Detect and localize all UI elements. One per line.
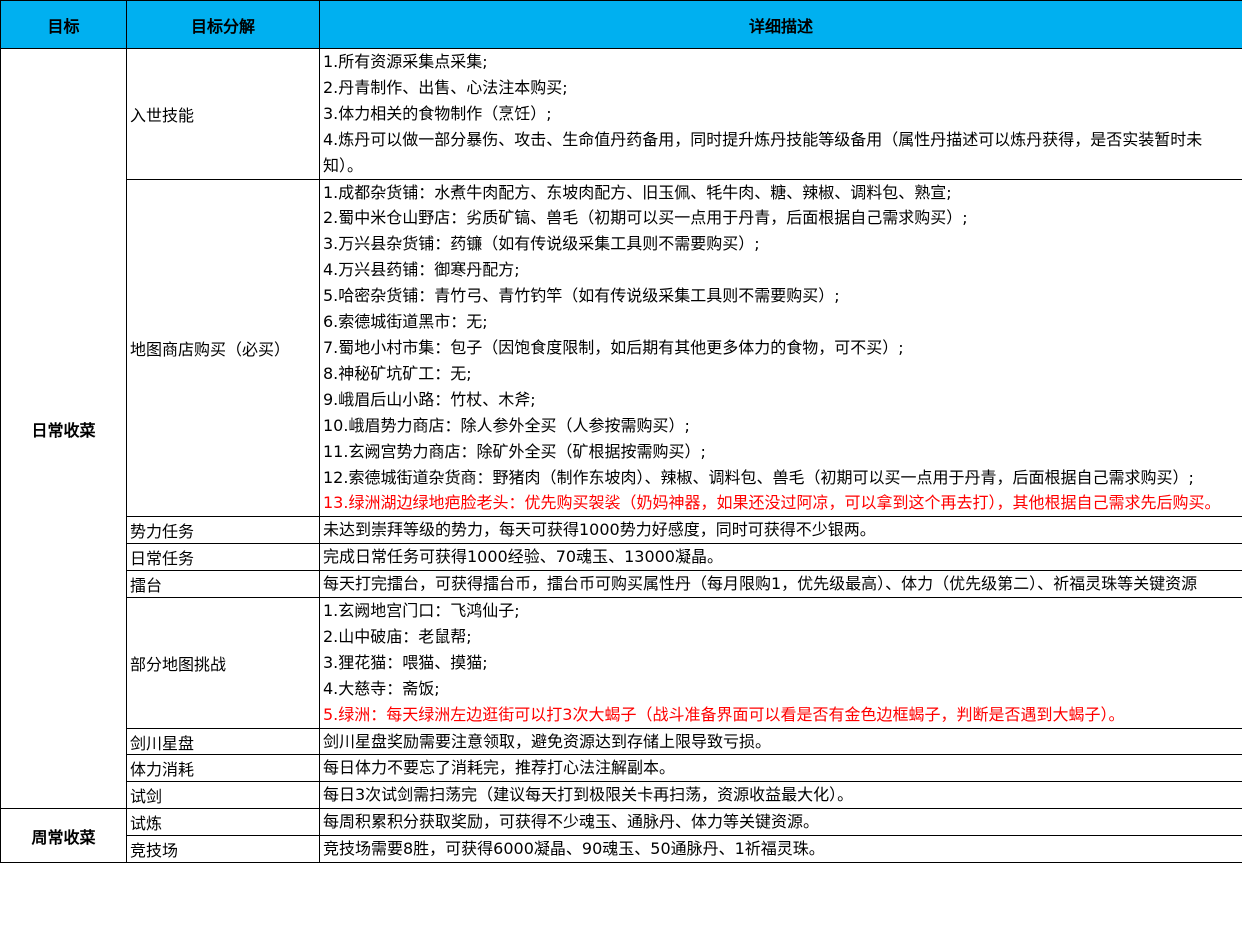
table-row: 擂台 每天打完擂台，可获得擂台币，擂台币可购买属性丹（每月限购1，优先级最高）、体… <box>1 570 1242 599</box>
description-line: 每日体力不要忘了消耗完，推荐打心法注解副本。 <box>323 758 676 778</box>
description-line: 每天打完擂台，可获得擂台币，擂台币可购买属性丹（每月限购1，优先级最高）、体力（… <box>323 574 1198 594</box>
subgoal-cell: 势力任务 <box>126 516 320 545</box>
description-line: 未达到崇拜等级的势力，每天可获得1000势力好感度，同时可获得不少银两。 <box>323 520 876 540</box>
description-line: 剑川星盘奖励需要注意领取，避免资源达到存储上限导致亏损。 <box>323 731 772 751</box>
description-line: 竞技场需要8胜，可获得6000凝晶、90魂玉、50通脉丹、1祈福灵珠。 <box>323 839 825 859</box>
description-cell: 每日体力不要忘了消耗完，推荐打心法注解副本。 <box>319 754 1242 783</box>
description-line: 4.大慈寺：斋饭; <box>323 678 440 698</box>
table-row: 地图商店购买（必买） 1.成都杂货铺：水煮牛肉配方、东坡肉配方、旧玉佩、牦牛肉、糖… <box>1 178 1242 518</box>
goal-table: 目标 目标分解 详细描述 日常收菜 入世技能 1.所有资源采集点采集; 2.丹青制作、… <box>0 0 1242 864</box>
table-row: 势力任务 未达到崇拜等级的势力，每天可获得1000势力好感度，同时可获得不少银两。 <box>1 516 1242 545</box>
description-line: 3.体力相关的食物制作（烹饪）; <box>323 103 552 123</box>
table-row: 部分地图挑战 1.玄阙地宫门口：飞鸿仙子; 2.山中破庙：老鼠帮; 3.狸花猫：喂猫、… <box>1 597 1242 729</box>
description-line: 4.炼丹可以做一部分暴伤、攻击、生命值丹药备用，同时提升炼丹技能等级备用（属性丹… <box>323 129 1203 175</box>
description-line: 每日3次试剑需扫荡完（建议每天打到极限关卡再扫荡，资源收益最大化）。 <box>323 785 854 805</box>
subgoal-cell: 日常任务 <box>126 543 320 572</box>
description-cell: 未达到崇拜等级的势力，每天可获得1000势力好感度，同时可获得不少银两。 <box>319 516 1242 545</box>
subgoal-cell: 试炼 <box>126 808 320 837</box>
description-line: 1.所有资源采集点采集; <box>323 52 488 71</box>
goal-cell: 周常收菜 <box>0 808 127 864</box>
description-line: 11.玄阙宫势力商店：除矿外全买（矿根据按需购买）; <box>323 441 706 461</box>
description-line: 8.神秘矿坑矿工：无; <box>323 363 472 383</box>
description-line: 12.索德城街道杂货商：野猪肉（制作东坡肉）、辣椒、调料包、兽毛（初期可以买一点… <box>323 467 1194 487</box>
description-line: 2.丹青制作、出售、心法注本购买; <box>323 77 568 97</box>
description-line: 完成日常任务可获得1000经验、70魂玉、13000凝晶。 <box>323 547 723 567</box>
subgoal-cell: 竞技场 <box>126 835 320 864</box>
header-subgoal: 目标分解 <box>126 0 320 49</box>
header-goal: 目标 <box>0 0 127 49</box>
subgoal-cell: 入世技能 <box>126 48 320 180</box>
description-cell: 1.所有资源采集点采集; 2.丹青制作、出售、心法注本购买; 3.体力相关的食物制作… <box>319 48 1242 180</box>
description-line: 2.蜀中米仓山野店：劣质矿镐、兽毛（初期可以买一点用于丹青，后面根据自己需求购买… <box>323 208 968 228</box>
description-line: 5.哈密杂货铺：青竹弓、青竹钓竿（如有传说级采集工具则不需要购买）; <box>323 286 840 306</box>
description-line: 4.万兴县药铺：御寒丹配方; <box>323 260 520 280</box>
description-line: 1.成都杂货铺：水煮牛肉配方、东坡肉配方、旧玉佩、牦牛肉、糖、辣椒、调料包、熟宣… <box>323 182 952 202</box>
description-cell: 竞技场需要8胜，可获得6000凝晶、90魂玉、50通脉丹、1祈福灵珠。 <box>319 835 1242 864</box>
subgoal-cell: 地图商店购买（必买） <box>126 178 320 518</box>
table-row: 日常任务 完成日常任务可获得1000经验、70魂玉、13000凝晶。 <box>1 543 1242 572</box>
table-body: 日常收菜 入世技能 1.所有资源采集点采集; 2.丹青制作、出售、心法注本购买; 3.体… <box>0 47 1242 864</box>
header-row: 目标 目标分解 详细描述 <box>0 0 1242 49</box>
goal-cell: 日常收菜 <box>0 47 127 810</box>
description-cell: 1.玄阙地宫门口：飞鸿仙子; 2.山中破庙：老鼠帮; 3.狸花猫：喂猫、摸猫; 4.大… <box>319 597 1242 729</box>
description-line: 每周积累积分获取奖励，可获得不少魂玉、通脉丹、体力等关键资源。 <box>323 812 820 832</box>
description-line: 6.索德城街道黑市：无; <box>323 312 488 332</box>
table-row: 竞技场 竞技场需要8胜，可获得6000凝晶、90魂玉、50通脉丹、1祈福灵珠。 <box>1 835 1242 864</box>
table-row: 剑川星盘 剑川星盘奖励需要注意领取，避免资源达到存储上限导致亏损。 <box>1 727 1242 756</box>
description-cell: 完成日常任务可获得1000经验、70魂玉、13000凝晶。 <box>319 543 1242 572</box>
description-cell: 1.成都杂货铺：水煮牛肉配方、东坡肉配方、旧玉佩、牦牛肉、糖、辣椒、调料包、熟宣… <box>319 178 1242 518</box>
description-cell: 每日3次试剑需扫荡完（建议每天打到极限关卡再扫荡，资源收益最大化）。 <box>319 781 1242 810</box>
description-line: 10.峨眉势力商店：除人参外全买（人参按需购买）; <box>323 415 690 435</box>
table-row: 日常收菜 入世技能 1.所有资源采集点采集; 2.丹青制作、出售、心法注本购买; 3.体… <box>0 47 1242 810</box>
description-line: 13.绿洲湖边绿地疤脸老头：优先购买袈裟（奶妈神器，如果还没过阿凉，可以拿到这个… <box>323 493 1221 513</box>
table-row: 周常收菜 试炼 每周积累积分获取奖励，可获得不少魂玉、通脉丹、体力等关键资源。 <box>0 808 1242 864</box>
description-line: 5.绿洲：每天绿洲左边逛街可以打3次大蝎子（战斗准备界面可以看是否有金色边框蝎子… <box>323 704 1125 724</box>
description-line: 9.峨眉后山小路：竹杖、木斧; <box>323 389 536 409</box>
description-cell: 每天打完擂台，可获得擂台币，擂台币可购买属性丹（每月限购1，优先级最高）、体力（… <box>319 570 1242 599</box>
subgoal-cell: 剑川星盘 <box>126 727 320 756</box>
description-line: 2.山中破庙：老鼠帮; <box>323 626 472 646</box>
subgoal-cell: 试剑 <box>126 781 320 810</box>
subgoal-cell: 部分地图挑战 <box>126 597 320 729</box>
description-line: 3.狸花猫：喂猫、摸猫; <box>323 652 488 672</box>
subgoal-cell: 擂台 <box>126 570 320 599</box>
description-cell: 每周积累积分获取奖励，可获得不少魂玉、通脉丹、体力等关键资源。 <box>319 808 1242 837</box>
description-cell: 剑川星盘奖励需要注意领取，避免资源达到存储上限导致亏损。 <box>319 727 1242 756</box>
header-description: 详细描述 <box>319 0 1242 49</box>
description-line: 3.万兴县杂货铺：药镰（如有传说级采集工具则不需要购买）; <box>323 234 760 254</box>
description-line: 1.玄阙地宫门口：飞鸿仙子; <box>323 601 520 621</box>
table-row: 体力消耗 每日体力不要忘了消耗完，推荐打心法注解副本。 <box>1 754 1242 783</box>
description-line: 7.蜀地小村市集：包子（因饱食度限制，如后期有其他更多体力的食物，可不买）; <box>323 337 904 357</box>
table-row: 试剑 每日3次试剑需扫荡完（建议每天打到极限关卡再扫荡，资源收益最大化）。 <box>1 781 1242 810</box>
subgoal-cell: 体力消耗 <box>126 754 320 783</box>
